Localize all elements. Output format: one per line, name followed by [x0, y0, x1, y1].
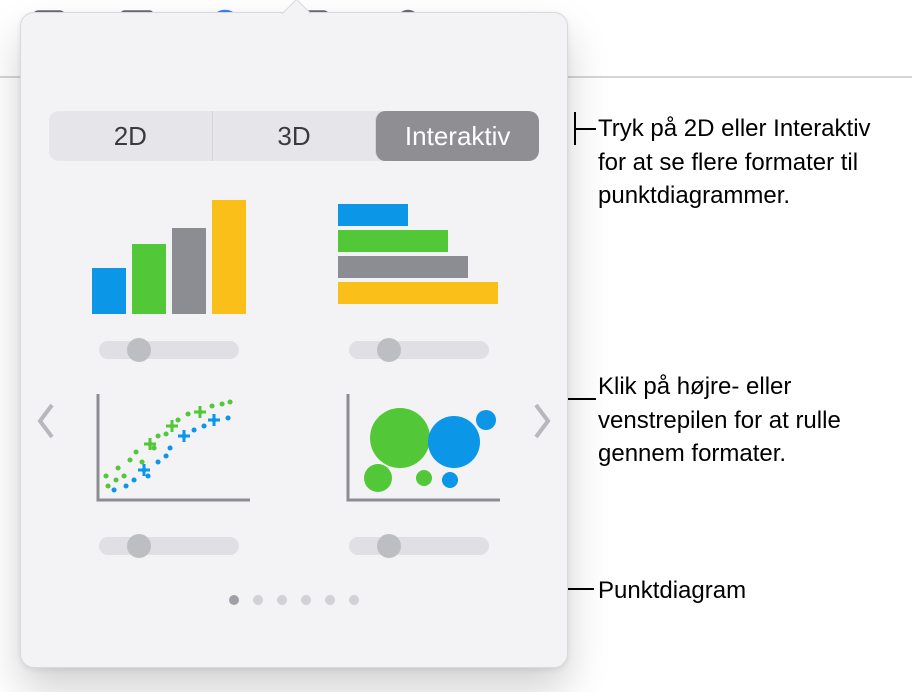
scatter-chart-thumbnail: [69, 375, 269, 525]
page-dot[interactable]: [325, 595, 335, 605]
page-indicator[interactable]: [21, 595, 567, 605]
callout-scatter-label: Punktdiagram: [598, 574, 898, 608]
bubble-chart-option[interactable]: [311, 375, 527, 555]
page-dot[interactable]: [277, 595, 287, 605]
scrubber[interactable]: [349, 537, 489, 555]
tab-2d[interactable]: 2D: [49, 111, 212, 161]
callout-arrows-help: Klik på højre- eller venstrepilen for at…: [598, 370, 898, 471]
bar-chart-option[interactable]: [311, 179, 527, 359]
chart-options-grid: [21, 169, 567, 555]
page-dot[interactable]: [349, 595, 359, 605]
scrubber[interactable]: [99, 537, 239, 555]
column-chart-option[interactable]: [61, 179, 277, 359]
callout-connector: [574, 112, 576, 145]
page-dot[interactable]: [229, 595, 239, 605]
bar-chart-thumbnail: [319, 179, 519, 329]
scatter-chart-option[interactable]: [61, 375, 277, 555]
callout-connector: [574, 128, 596, 130]
page-dot[interactable]: [301, 595, 311, 605]
bubble-chart-thumbnail: [319, 375, 519, 525]
column-chart-thumbnail: [69, 179, 269, 329]
tab-3d[interactable]: 3D: [212, 111, 376, 161]
page-dot[interactable]: [253, 595, 263, 605]
scrubber[interactable]: [99, 341, 239, 359]
chart-dimension-tabs: 2D 3D Interaktiv: [49, 111, 539, 161]
tab-interactive[interactable]: Interaktiv: [375, 111, 539, 161]
chart-picker-popover: 2D 3D Interaktiv: [20, 12, 568, 668]
callout-tabs-help: Tryk på 2D eller Interaktiv for at se fl…: [598, 112, 898, 213]
scrubber[interactable]: [349, 341, 489, 359]
